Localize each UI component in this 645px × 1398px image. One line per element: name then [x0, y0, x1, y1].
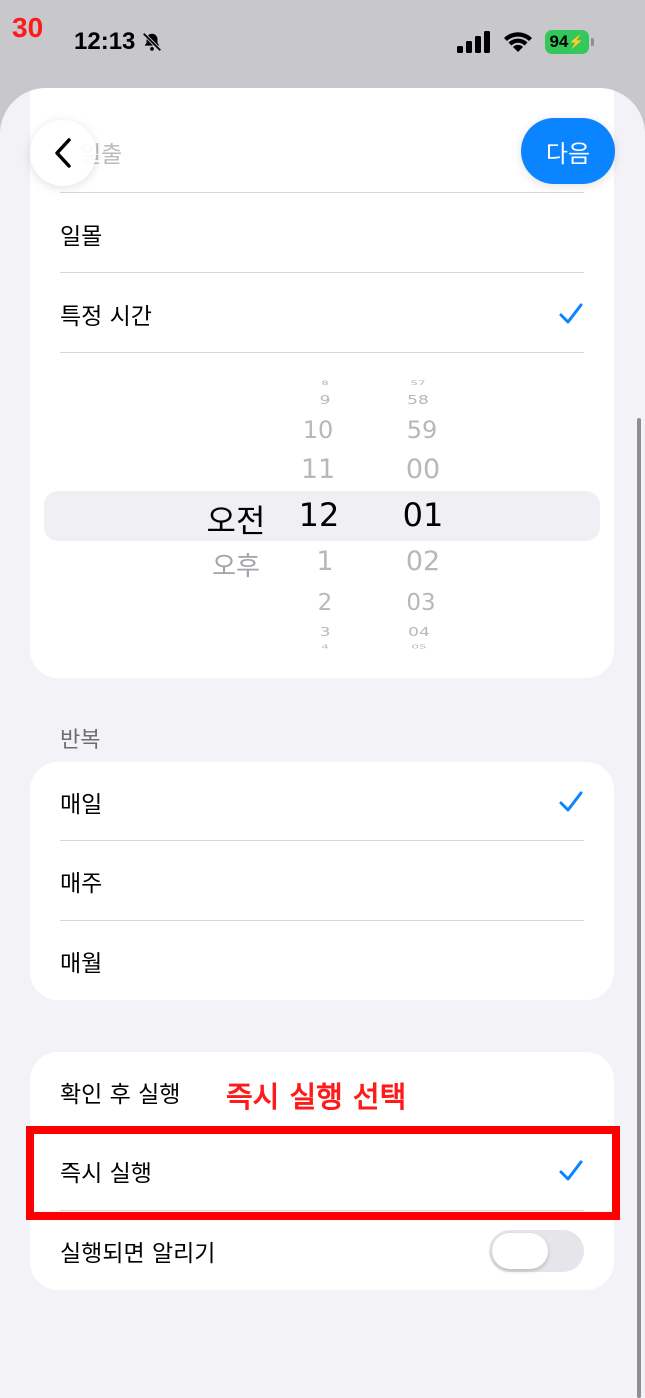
bolt-icon: ⚡ — [568, 34, 585, 49]
picker-hour-selected[interactable]: 12 — [299, 496, 340, 534]
picker-minute-option[interactable]: 58 — [407, 393, 429, 408]
picker-hour-option[interactable]: 4 — [321, 644, 329, 650]
chevron-left-icon — [55, 138, 71, 168]
picker-hour-option[interactable]: 1 — [316, 546, 333, 577]
status-time: 12:13 — [74, 28, 163, 56]
picker-hour-option[interactable]: 3 — [320, 625, 331, 640]
option-monthly-label: 매월 — [60, 951, 103, 977]
option-weekly-label: 매주 — [60, 871, 103, 897]
picker-minute-option[interactable]: 02 — [406, 546, 440, 577]
option-sunset-label: 일몰 — [60, 224, 103, 250]
picker-minute-option[interactable]: 05 — [411, 644, 426, 650]
partial-option-row[interactable]: 일출 — [60, 112, 584, 192]
scrollbar[interactable] — [637, 418, 641, 1398]
picker-hour-option[interactable]: 11 — [301, 454, 335, 485]
picker-minute-option[interactable]: 04 — [408, 625, 430, 640]
repeat-section-label: 반복 — [60, 728, 101, 753]
picker-hour-option[interactable]: 10 — [303, 416, 334, 444]
next-button[interactable]: 다음 — [521, 118, 615, 184]
divider — [60, 272, 584, 273]
cellular-signal-icon — [457, 31, 490, 53]
picker-minute-selected[interactable]: 01 — [403, 496, 444, 534]
repeat-options-card: 매일 매주 매월 — [30, 762, 614, 1000]
notify-toggle[interactable] — [489, 1230, 584, 1272]
option-daily[interactable]: 매일 — [60, 762, 584, 842]
picker-hour-option[interactable]: 2 — [318, 590, 333, 616]
back-button[interactable] — [30, 120, 96, 186]
clock-text: 12:13 — [74, 28, 136, 55]
picker-ampm-selected[interactable]: 오전 — [207, 496, 266, 542]
notify-when-run-row: 실행되면 알리기 — [60, 1211, 584, 1290]
time-options-card: 일출 일몰 특정 시간 오전 오후 8 9 10 11 12 1 2 3 4 5… — [30, 88, 614, 678]
time-picker[interactable]: 오전 오후 8 9 10 11 12 1 2 3 4 57 58 59 00 0… — [30, 374, 614, 654]
toggle-knob — [492, 1233, 548, 1269]
option-daily-label: 매일 — [60, 792, 103, 818]
checkmark-icon — [559, 303, 583, 324]
automation-sheet: 일출 일몰 특정 시간 오전 오후 8 9 10 11 12 1 2 3 4 5… — [0, 88, 645, 1398]
notify-when-run-label: 실행되면 알리기 — [60, 1241, 216, 1267]
checkmark-icon — [559, 791, 583, 812]
option-specific-time-label: 특정 시간 — [60, 304, 152, 330]
picker-minute-option[interactable]: 00 — [406, 454, 440, 485]
bell-slash-icon — [142, 32, 162, 52]
option-monthly[interactable]: 매월 — [60, 921, 584, 1000]
picker-hour-option[interactable]: 8 — [321, 380, 329, 387]
picker-ampm-option[interactable]: 오후 — [212, 546, 260, 583]
divider — [60, 352, 584, 353]
wifi-icon — [504, 32, 532, 52]
picker-minute-option[interactable]: 03 — [406, 590, 435, 616]
option-weekly[interactable]: 매주 — [60, 841, 584, 921]
status-indicators: 94 ⚡ — [457, 30, 594, 54]
picker-hour-option[interactable]: 9 — [320, 393, 331, 408]
picker-minute-option[interactable]: 57 — [410, 380, 425, 387]
annotation-text: 즉시 실행 선택 — [226, 1080, 407, 1114]
battery-level: 94 — [549, 32, 569, 51]
battery-charging-icon: 94 ⚡ — [545, 30, 594, 54]
option-run-after-confirm-label: 확인 후 실행 — [60, 1082, 181, 1108]
step-number: 30 — [12, 12, 44, 43]
divider — [60, 192, 584, 193]
option-sunset[interactable]: 일몰 — [60, 194, 584, 274]
highlight-box — [26, 1126, 620, 1220]
option-specific-time[interactable]: 특정 시간 — [60, 274, 584, 354]
picker-minute-option[interactable]: 59 — [407, 416, 438, 444]
